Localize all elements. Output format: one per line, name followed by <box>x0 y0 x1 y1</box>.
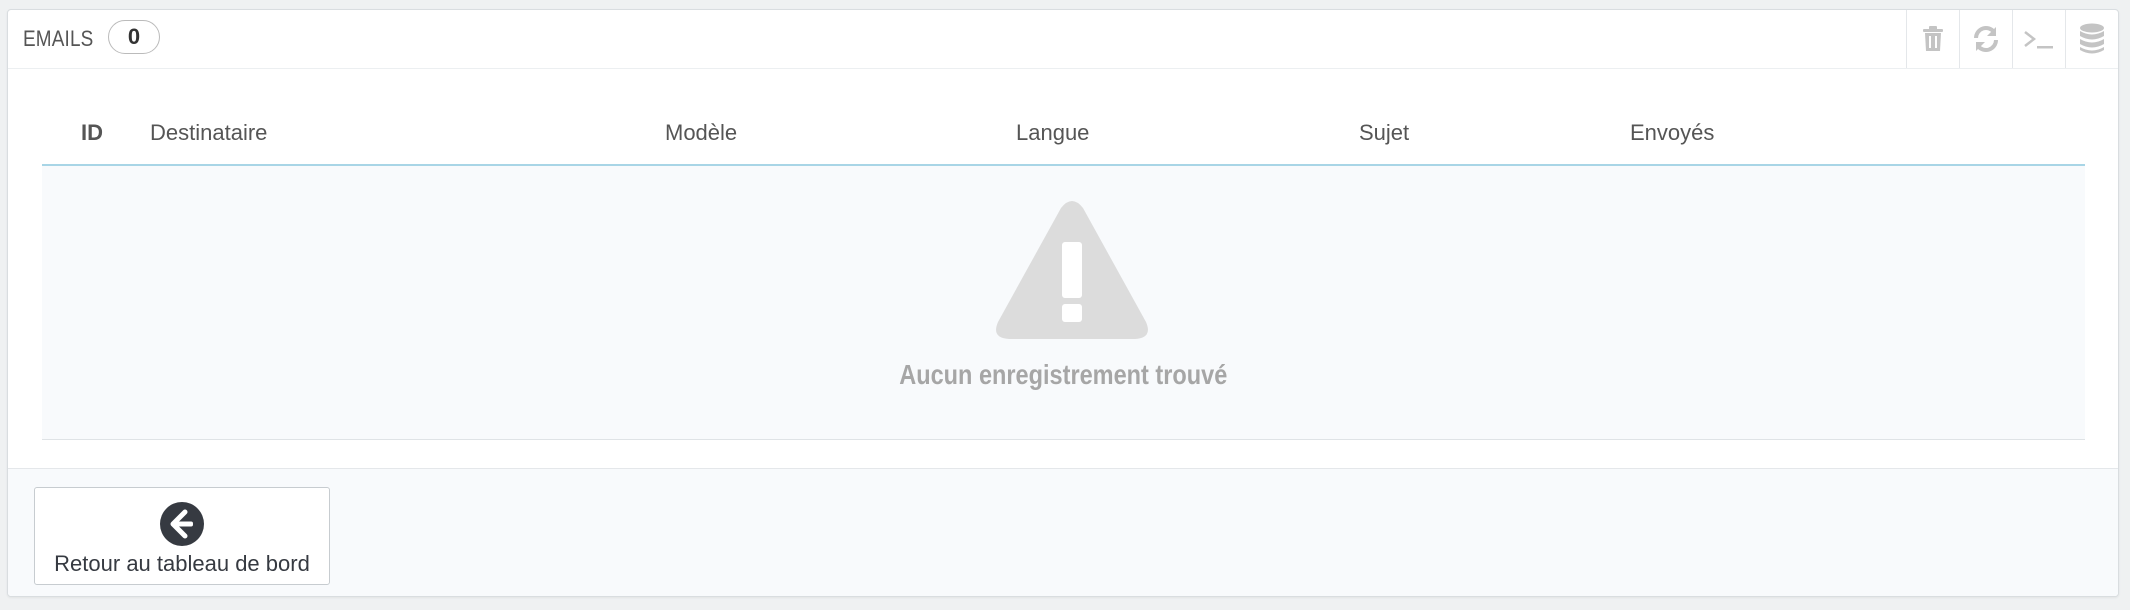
emails-panel: EMAILS 0 ID Destinataire Modèle Langue S… <box>7 9 2119 597</box>
back-to-dashboard-button[interactable]: Retour au tableau de bord <box>34 487 330 585</box>
panel-toolbar <box>1906 10 2118 68</box>
panel-heading: EMAILS 0 <box>8 10 2118 69</box>
arrow-circle-left-icon <box>160 502 204 546</box>
column-envoyes[interactable]: Envoyés <box>1630 120 1714 146</box>
empty-state-row: Aucun enregistrement trouvé <box>42 166 2085 440</box>
empty-message: Aucun enregistrement trouvé <box>899 359 1228 390</box>
column-id[interactable]: ID <box>81 120 103 146</box>
sql-query-button[interactable] <box>2012 10 2065 68</box>
export-database-button[interactable] <box>2065 10 2118 68</box>
panel-footer: Retour au tableau de bord <box>8 468 2118 596</box>
panel-title: EMAILS <box>23 26 94 51</box>
emails-table: ID Destinataire Modèle Langue Sujet Envo… <box>42 68 2085 440</box>
table-header: ID Destinataire Modèle Langue Sujet Envo… <box>42 68 2085 166</box>
column-langue[interactable]: Langue <box>1016 120 1089 146</box>
back-button-label: Retour au tableau de bord <box>54 551 310 576</box>
trash-icon <box>1923 26 1943 51</box>
delete-all-button[interactable] <box>1906 10 1959 68</box>
column-destinataire[interactable]: Destinataire <box>150 120 267 146</box>
column-modele[interactable]: Modèle <box>665 120 737 146</box>
refresh-button[interactable] <box>1959 10 2012 68</box>
count-badge: 0 <box>108 20 160 54</box>
database-icon <box>2080 23 2104 54</box>
column-sujet[interactable]: Sujet <box>1359 120 1409 146</box>
warning-icon <box>996 201 1148 339</box>
terminal-icon <box>2024 31 2053 49</box>
refresh-icon <box>1974 26 1998 52</box>
